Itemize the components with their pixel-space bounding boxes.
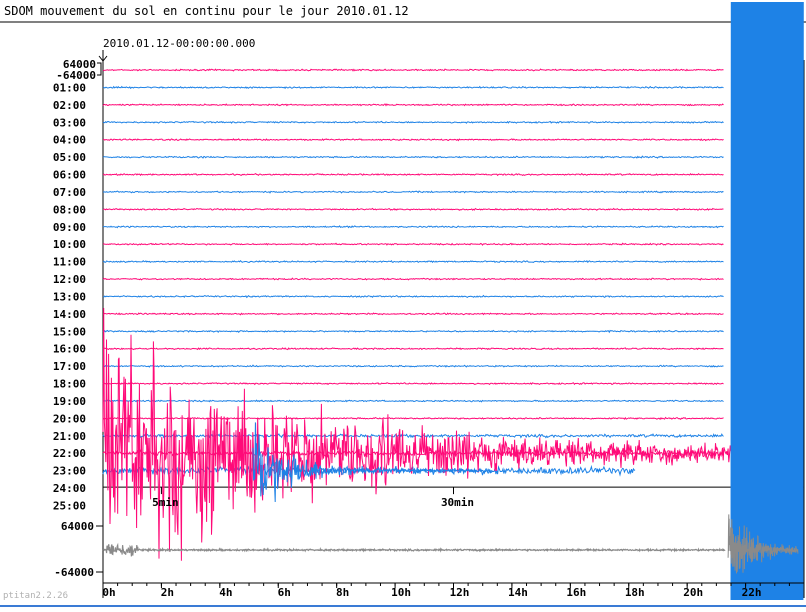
lower-x-tick-label: 4h	[219, 586, 232, 599]
earthquake-trace-pink	[102, 307, 733, 561]
minute-tick-label: 5min	[152, 496, 179, 509]
hour-trace-line	[103, 190, 724, 194]
helicorder-grid	[0, 21, 806, 598]
hour-row-label: 15:00	[53, 325, 86, 338]
hour-row-label: 24:00	[53, 482, 86, 495]
lower-x-tick-label: 22h	[742, 586, 762, 599]
hour-trace-line	[102, 259, 724, 264]
hour-trace-line	[102, 329, 724, 334]
hour-trace-line	[102, 207, 724, 211]
hour-trace-line	[102, 242, 724, 246]
hour-row-label: 01:00	[53, 81, 86, 94]
hour-trace-line	[102, 120, 724, 124]
hour-trace-line	[102, 433, 724, 439]
hour-trace-line	[102, 103, 724, 107]
hour-row-label: 03:00	[53, 116, 86, 129]
lower-x-tick-label: 20h	[683, 586, 703, 599]
lower-x-tick-label: 14h	[508, 586, 528, 599]
hour-trace-line	[102, 155, 724, 159]
lower-y-tick-label: -64000	[54, 566, 94, 579]
hour-row-label: 19:00	[53, 395, 86, 408]
hour-trace-line	[102, 172, 724, 177]
hour-row-label: 08:00	[53, 203, 86, 216]
hour-row-label: 06:00	[53, 169, 86, 182]
hour-row-label: 20:00	[53, 412, 86, 425]
hour-row-label: 09:00	[53, 221, 86, 234]
hour-trace-line	[102, 312, 724, 316]
lower-y-tick-label: 64000	[61, 520, 94, 533]
seismogram-figure: SDOM mouvement du sol en continu pour le…	[0, 0, 806, 612]
hour-row-label: 04:00	[53, 134, 86, 147]
helicorder-scale-bracket	[97, 62, 102, 76]
hour-trace-line	[102, 225, 724, 229]
hour-row-label: 05:00	[53, 151, 86, 164]
lower-x-tick-label: 18h	[625, 586, 645, 599]
hour-trace-line	[102, 68, 724, 72]
hour-row-label: 22:00	[53, 447, 86, 460]
hour-row-label: 10:00	[53, 238, 86, 251]
hour-trace-line	[102, 399, 724, 403]
hour-row-label: 21:00	[53, 430, 86, 443]
lower-panel: 64000 -64000 0h 2h 4h 6h 8h 10h 12h 14h 16h 18h 20h 2…	[54, 514, 805, 599]
hour-row-label: 17:00	[53, 360, 86, 373]
hour-row-label: 23:00	[53, 465, 86, 478]
hour-trace-line	[102, 416, 724, 421]
lower-x-tick-label: 2h	[161, 586, 174, 599]
seismogram-svg: SDOM mouvement du sol en continu pour le…	[0, 1, 806, 607]
lower-x-tick-label: 12h	[450, 586, 470, 599]
hour-row-label: 02:00	[53, 99, 86, 112]
lower-x-tick-label: 8h	[336, 586, 349, 599]
hour-trace-line	[102, 138, 724, 142]
helicorder-traces	[102, 1, 804, 601]
lower-trace-line	[102, 542, 726, 557]
hour-row-label: 07:00	[53, 186, 86, 199]
hour-trace-line	[102, 382, 724, 386]
hour-row-label: 12:00	[53, 273, 86, 286]
minute-tick-label: 30min	[441, 496, 474, 509]
lower-x-tick-label: 0h	[102, 586, 115, 599]
hour-row-label: 14:00	[53, 308, 86, 321]
lower-x-tick-label: 10h	[391, 586, 411, 599]
helicorder-scale-bottom: -64000	[56, 69, 96, 82]
hour-trace-line	[102, 294, 724, 299]
hour-row-label: 18:00	[53, 378, 86, 391]
software-version: ptitan2.2.26	[3, 591, 68, 601]
lower-x-tick-label: 6h	[278, 586, 291, 599]
hour-row-label: 16:00	[53, 343, 86, 356]
start-time-label: 2010.01.12-00:00:00.000	[103, 37, 255, 50]
hour-trace-line	[102, 364, 724, 368]
right-event-trace-blue	[730, 1, 804, 601]
hour-row-label: 25:00	[53, 500, 86, 513]
hour-trace-line	[102, 347, 724, 351]
hour-trace-line	[102, 85, 724, 90]
hour-row-label: 13:00	[53, 290, 86, 303]
hour-row-labels: 01:00 02:00 03:00 04:00 05:00 06:00 07:00 08:00…	[53, 81, 86, 512]
chart-title: SDOM mouvement du sol en continu pour le…	[4, 4, 409, 18]
lower-x-tick-label: 16h	[566, 586, 586, 599]
hour-trace-line	[102, 277, 724, 281]
hour-row-label: 11:00	[53, 256, 86, 269]
